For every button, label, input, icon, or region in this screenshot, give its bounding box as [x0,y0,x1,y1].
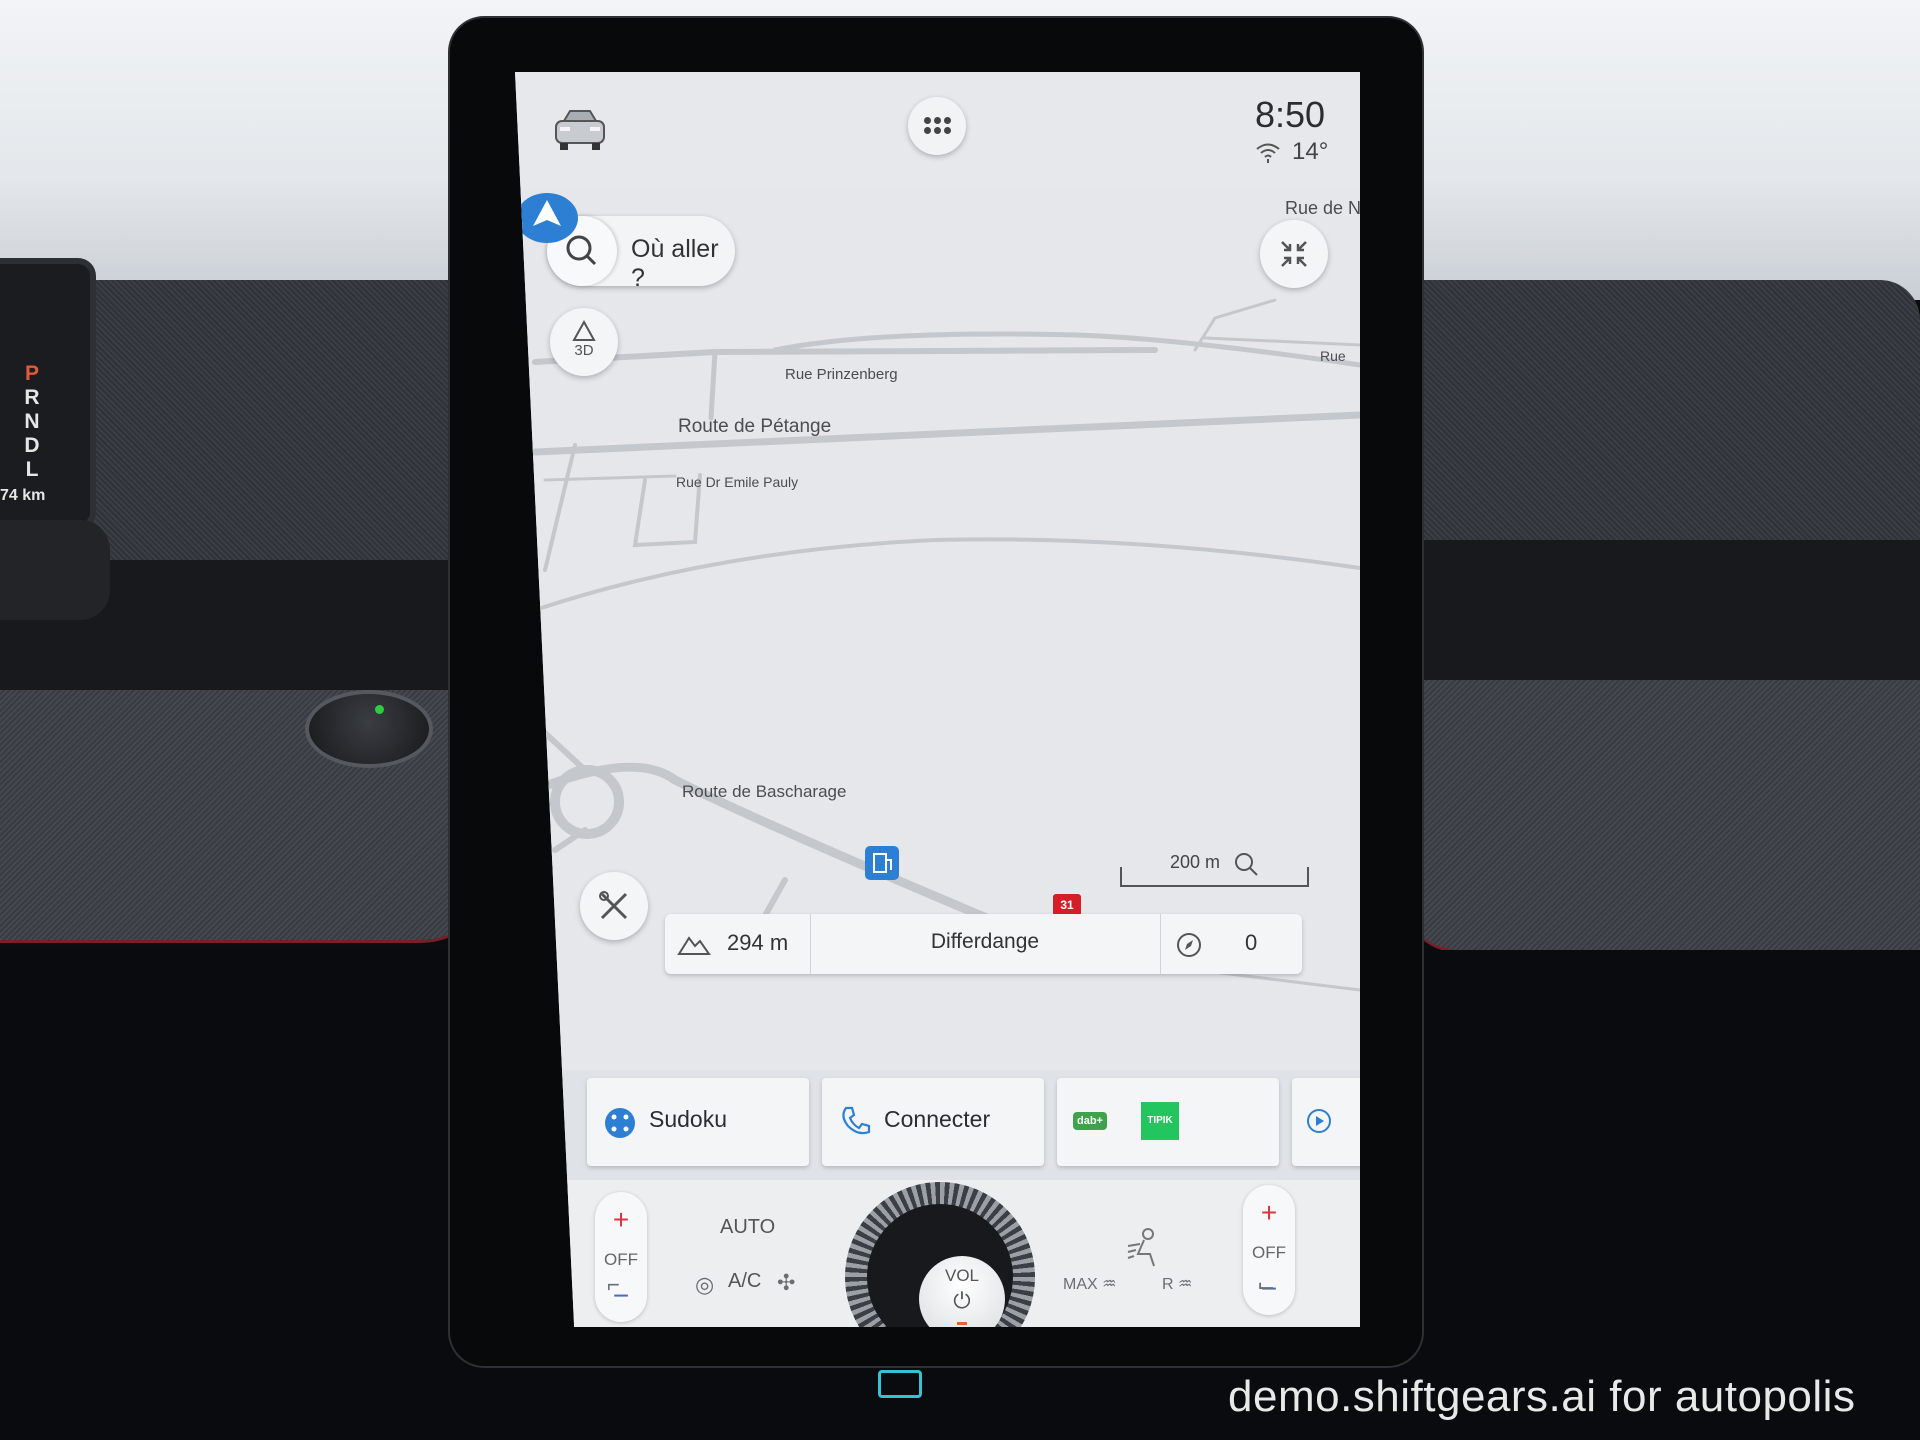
shortcut-label: Sudoku [649,1106,728,1132]
temp-down-icon[interactable]: − [595,1280,647,1312]
volume-knob[interactable]: VOL ⏻ [845,1182,1035,1327]
ac-button[interactable]: A/C [728,1270,761,1293]
collapse-map-button[interactable] [1260,220,1328,288]
odometer: 74 km [0,487,46,504]
max-defrost-button[interactable]: MAX ♒ [1063,1274,1116,1294]
charging-station-icon[interactable] [865,846,899,880]
gear-n: N [24,410,40,433]
auto-zoom-icon[interactable] [1233,850,1261,878]
view-mode-label: 3D [574,342,594,359]
clock: 8:50 [1255,94,1326,135]
dab-radio-icon: dab+ [1073,1112,1107,1130]
start-button-led [375,705,384,714]
play-icon [1307,1109,1331,1133]
street-label-route-de-bascharage: Route de Bascharage [682,782,847,801]
map-scale-label: 200 m [1170,852,1221,872]
gear-p: P [24,362,39,385]
trip-info-bar: 294 m Differdange 0 [665,914,1302,974]
grid-dots-icon [924,117,931,124]
tools-icon [599,891,628,920]
street-label-rue-prinzenberg: Rue Prinzenberg [785,366,898,383]
shortcut-connecter[interactable]: Connecter [822,1078,1044,1166]
max-defrost-label: MAX [1063,1276,1098,1293]
power-icon: ⏻ [953,1288,971,1313]
status-bar: 8:50 14° [515,72,1360,191]
temp-up-icon[interactable]: + [595,1204,647,1236]
watermark: demo.shiftgears.ai for autopolis [1228,1372,1856,1421]
current-city: Differdange [930,930,1040,953]
heated-steering-wheel-icon[interactable]: ◎ [695,1272,714,1298]
altitude-icon [677,936,711,955]
driver-temperature-control[interactable]: + OFF − [595,1192,647,1322]
phone-icon [842,1106,871,1135]
navigation-map[interactable]: Rue de N Rue Rue Prinzenberg Route de Pé… [515,190,1360,1070]
search-input[interactable]: Où aller ? [631,235,735,293]
driver-temp-off: OFF [604,1250,638,1269]
vehicle-position-icon [516,193,578,243]
heated-seat-passenger-icon[interactable]: ⌙ [1257,1272,1275,1298]
gear-l: L [25,458,39,481]
sudoku-icon [605,1108,635,1138]
heading-value: 0 [1245,930,1258,955]
map-tools-button[interactable] [580,872,648,940]
wifi-icon [1256,143,1280,163]
dashboard-vent-right [1390,540,1920,690]
station-logo: TIPIK [1141,1102,1179,1140]
road-number-badge: 31 [1053,894,1081,916]
temp-up-icon[interactable]: + [1243,1197,1295,1229]
compass-icon [1177,933,1201,957]
rear-defrost-label: R [1162,1276,1174,1293]
auto-button[interactable]: AUTO [720,1216,775,1239]
start-button [305,690,433,768]
fan-icon[interactable]: ✣ [777,1270,795,1296]
outside-temperature: 14° [1292,138,1329,165]
shortcut-more[interactable] [1292,1078,1360,1166]
steering-stalk [0,520,110,620]
apps-grid-button[interactable] [908,97,966,155]
street-label-rue-de-n: Rue de N [1285,198,1360,218]
volume-label: VOL [944,1266,980,1285]
infotainment-screen: 8:50 14° Rue de N Rue Rue Prinzenberg Ro… [515,72,1360,1327]
car-icon[interactable] [550,107,610,153]
shortcut-label: Connecter [884,1106,991,1132]
passenger-temp-off: OFF [1252,1243,1286,1262]
street-label-rue-dr-emile-pauly: Rue Dr Emile Pauly [676,474,799,490]
street-label-route-de-petange: Route de Pétange [678,416,832,437]
dashboard-right-fabric [1400,280,1920,550]
collapse-icon [1281,241,1307,267]
altitude-value: 294 m [727,930,789,955]
dashboard-trim-right [1400,680,1920,953]
heated-seat-driver-icon[interactable]: ⌐ [607,1272,620,1298]
shortcut-radio[interactable]: dab+ TIPIK [1057,1078,1279,1166]
gear-r: R [24,386,40,409]
view-3d-button[interactable]: 3D [550,308,618,376]
rear-defrost-button[interactable]: R ♒ [1162,1274,1192,1294]
shortcut-bar: Sudoku Connecter dab+ TIPIK [515,1070,1360,1180]
gear-d: D [24,434,40,457]
air-recirculation-person-icon[interactable] [1120,1220,1166,1272]
shortcut-sudoku[interactable]: Sudoku [587,1078,809,1166]
street-label-rue: Rue [1320,348,1346,364]
usb-port-icon [878,1370,922,1398]
climate-controls: + OFF − AUTO A/C VOL ⏻ + OFF − [515,1180,1360,1327]
